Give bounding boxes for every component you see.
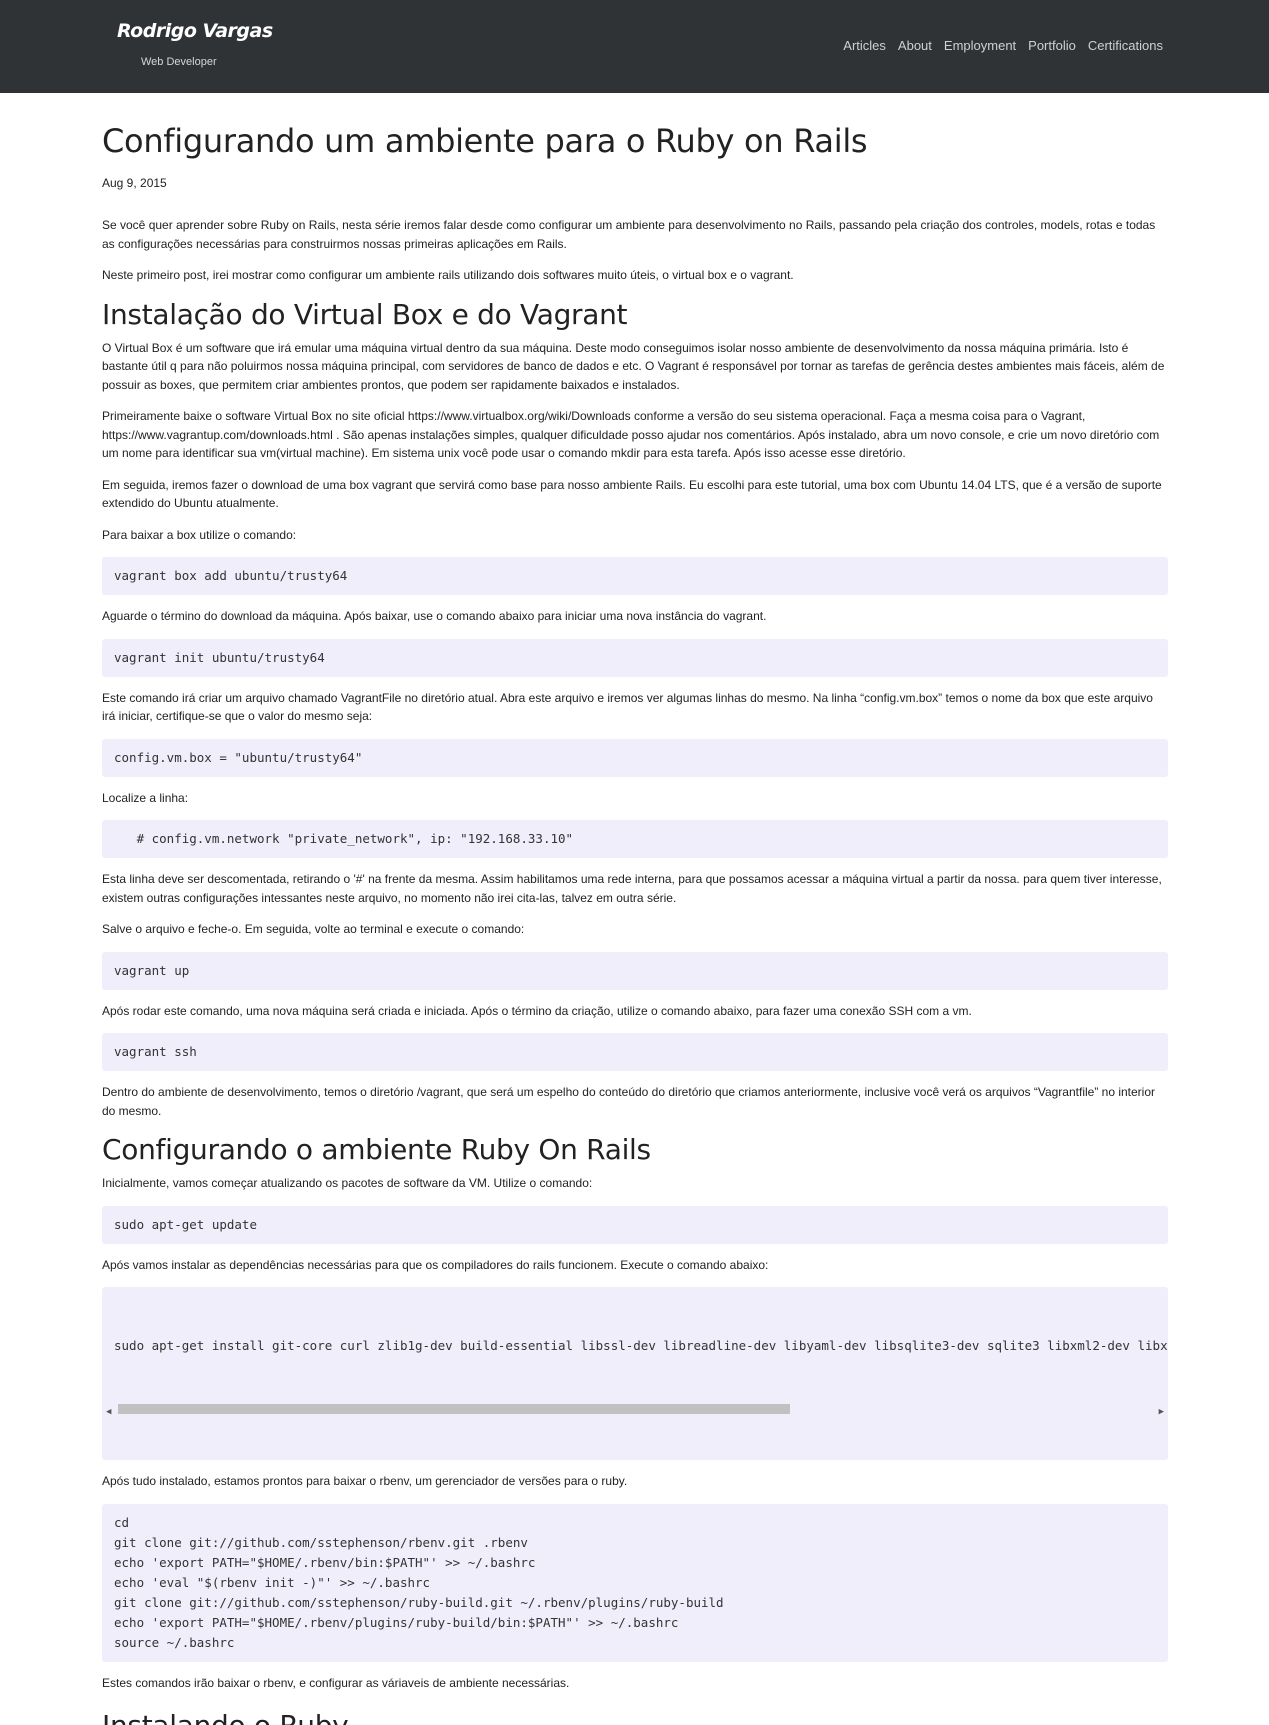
code-block: sudo apt-get update [102,1205,1168,1244]
section-heading-ruby: Instalando o Ruby [102,1709,1168,1725]
code-block: vagrant ssh [102,1033,1168,1071]
article-date: Aug 9, 2015 [102,176,167,190]
paragraph: Se você quer aprender sobre Ruby on Rail… [102,218,1156,251]
paragraph: Após tudo instalado, estamos prontos par… [102,1474,628,1488]
paragraph: Para baixar a box utilize o comando: [102,527,297,542]
paragraph: Estes comandos irão baixar o rbenv, e co… [102,1675,570,1690]
paragraph: Neste primeiro post, irei mostrar como c… [102,268,794,282]
paragraph: Após rodar este comando, uma nova máquin… [102,1003,972,1018]
scroll-right-arrow-icon[interactable]: ▶ [1159,1402,1164,1422]
paragraph: Inicialmente, vamos começar atualizando … [102,1176,593,1190]
paragraph: Localize a linha: [102,790,189,805]
code-block: cd git clone git://github.com/sstephenso… [102,1503,1168,1662]
main-nav: Articles About Employment Portfolio Cert… [843,38,1163,53]
site-brand[interactable]: Rodrigo Vargas [117,20,273,42]
paragraph: Salve o arquivo e feche-o. Em seguida, v… [102,922,525,936]
article-title: Configurando um ambiente para o Ruby on … [102,122,868,160]
scrollbar-thumb[interactable] [118,1404,790,1414]
paragraph: Em seguida, iremos fazer o download de u… [102,477,1162,511]
section-heading-virtualbox: Instalação do Virtual Box e do Vagrant [102,297,628,331]
top-navbar: Rodrigo Vargas Web Developer Articles Ab… [0,0,1269,93]
scroll-left-arrow-icon[interactable]: ◀ [106,1402,111,1422]
code-block: config.vm.box = "ubuntu/trusty64" [102,738,1168,777]
article-content: Configurando um ambiente para o Ruby on … [102,93,1168,1725]
code-block: vagrant init ubuntu/trusty64 [102,638,1168,677]
paragraph: Este comando irá criar um arquivo chamad… [102,690,1153,724]
nav-portfolio[interactable]: Portfolio [1028,38,1076,53]
nav-certifications[interactable]: Certifications [1088,38,1163,53]
code-line: sudo apt-get install git-core curl zlib1… [114,1338,1168,1353]
paragraph: Primeiramente baixe o software Virtual B… [102,409,1160,460]
code-block: vagrant up [102,951,1168,990]
paragraph: O Virtual Box é um software que irá emul… [102,340,1165,392]
nav-articles[interactable]: Articles [843,38,886,53]
horizontal-scrollbar[interactable]: ◀ ▶ [102,1402,1168,1417]
section-heading-rails: Configurando o ambiente Ruby On Rails [102,1133,651,1166]
code-block-scrollable[interactable]: sudo apt-get install git-core curl zlib1… [102,1287,1168,1460]
paragraph: Aguarde o término do download da máquina… [102,609,767,623]
nav-employment[interactable]: Employment [944,38,1016,53]
paragraph: Após vamos instalar as dependências nece… [102,1257,769,1272]
paragraph: Esta linha deve ser descomentada, retira… [102,872,1162,905]
paragraph: Dentro do ambiente de desenvolvimento, t… [102,1085,1156,1118]
code-block: # config.vm.network "private_network", i… [102,820,1168,858]
site-tagline: Web Developer [141,56,217,68]
code-block: vagrant box add ubuntu/trusty64 [102,557,1168,595]
nav-about[interactable]: About [898,38,932,53]
